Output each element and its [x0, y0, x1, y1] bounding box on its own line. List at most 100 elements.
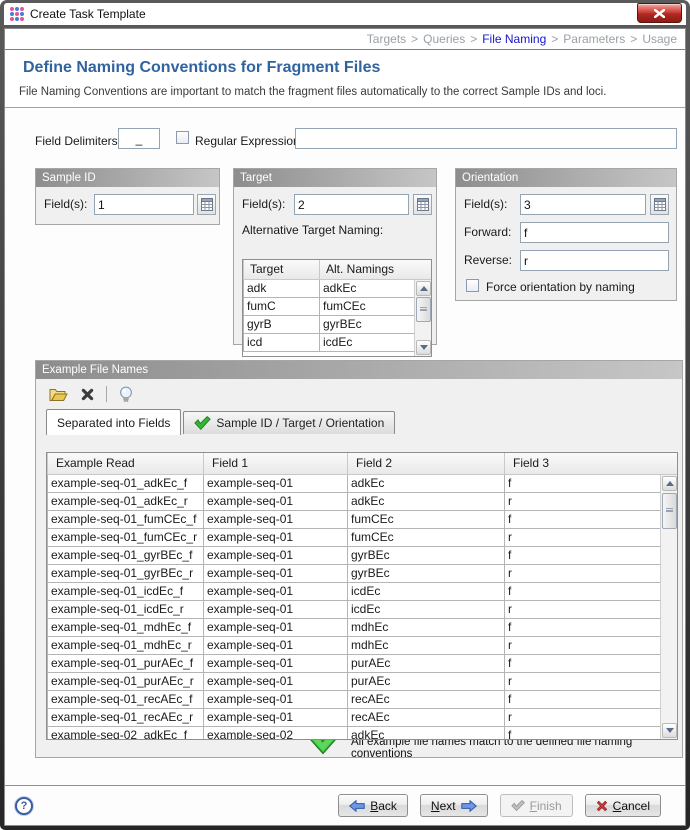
table-cell[interactable]: gyrBEc — [348, 564, 505, 582]
table-cell[interactable]: adkEc — [348, 726, 505, 740]
col-example-read[interactable]: Example Read — [48, 453, 204, 474]
remove-example-button[interactable] — [77, 385, 97, 403]
table-cell[interactable]: example-seq-01_mdhEc_f — [48, 618, 204, 636]
col-field-3[interactable]: Field 3 — [505, 453, 678, 474]
example-table-scrollbar[interactable] — [660, 475, 677, 739]
table-cell[interactable]: example-seq-01 — [204, 474, 348, 492]
table-cell[interactable]: adk — [244, 279, 320, 297]
table-cell[interactable]: icdEc — [348, 600, 505, 618]
table-cell[interactable]: f — [505, 474, 678, 492]
table-cell[interactable]: r — [505, 708, 678, 726]
table-row[interactable]: example-seq-02_adkEc_fexample-seq-02adkE… — [48, 726, 678, 740]
table-cell[interactable]: example-seq-02_adkEc_f — [48, 726, 204, 740]
table-row[interactable]: example-seq-01_adkEc_rexample-seq-01adkE… — [48, 492, 678, 510]
table-cell[interactable]: example-seq-01 — [204, 600, 348, 618]
table-row[interactable]: adkadkEc — [244, 279, 432, 297]
table-cell[interactable]: example-seq-01 — [204, 528, 348, 546]
scroll-up-button[interactable] — [416, 281, 431, 296]
close-button[interactable] — [637, 3, 682, 23]
table-cell[interactable]: example-seq-01_purAEc_f — [48, 654, 204, 672]
table-cell[interactable]: recAEc — [348, 690, 505, 708]
table-cell[interactable]: example-seq-01 — [204, 582, 348, 600]
table-cell[interactable]: adkEc — [348, 492, 505, 510]
table-cell[interactable]: example-seq-01 — [204, 708, 348, 726]
col-field-1[interactable]: Field 1 — [204, 453, 348, 474]
table-row[interactable]: example-seq-01_fumCEc_fexample-seq-01fum… — [48, 510, 678, 528]
table-row[interactable]: gyrBgyrBEc — [244, 315, 432, 333]
table-row[interactable]: example-seq-01_mdhEc_fexample-seq-01mdhE… — [48, 618, 678, 636]
step-usage[interactable]: Usage — [642, 32, 677, 46]
table-cell[interactable]: example-seq-02 — [204, 726, 348, 740]
table-row[interactable]: example-seq-01_recAEc_rexample-seq-01rec… — [48, 708, 678, 726]
table-cell[interactable]: f — [505, 726, 678, 740]
scrollbar-thumb[interactable] — [416, 297, 431, 322]
sample-id-fields-input[interactable] — [94, 194, 194, 215]
table-cell[interactable]: example-seq-01_recAEc_f — [48, 690, 204, 708]
table-cell[interactable]: f — [505, 654, 678, 672]
alt-table-scrollbar[interactable] — [414, 280, 431, 356]
target-fields-input[interactable] — [294, 194, 409, 215]
table-cell[interactable]: r — [505, 492, 678, 510]
table-row[interactable]: example-seq-01_purAEc_rexample-seq-01pur… — [48, 672, 678, 690]
target-field-picker-button[interactable] — [413, 194, 432, 215]
step-queries[interactable]: Queries — [423, 32, 465, 46]
alt-col-namings[interactable]: Alt. Namings — [320, 260, 432, 279]
scrollbar-thumb[interactable] — [662, 493, 677, 529]
table-cell[interactable]: example-seq-01 — [204, 654, 348, 672]
table-cell[interactable]: f — [505, 510, 678, 528]
table-cell[interactable]: example-seq-01 — [204, 510, 348, 528]
table-row[interactable]: example-seq-01_gyrBEc_rexample-seq-01gyr… — [48, 564, 678, 582]
table-cell[interactable]: icd — [244, 333, 320, 351]
table-row[interactable]: example-seq-01_mdhEc_rexample-seq-01mdhE… — [48, 636, 678, 654]
orientation-fields-input[interactable] — [520, 194, 646, 215]
table-cell[interactable]: example-seq-01_recAEc_r — [48, 708, 204, 726]
table-cell[interactable]: example-seq-01 — [204, 564, 348, 582]
sample-id-field-picker-button[interactable] — [197, 194, 216, 215]
table-cell[interactable]: example-seq-01_adkEc_f — [48, 474, 204, 492]
tab-separated-into-fields[interactable]: Separated into Fields — [46, 409, 181, 435]
table-cell[interactable]: example-seq-01 — [204, 546, 348, 564]
table-cell[interactable]: example-seq-01_purAEc_r — [48, 672, 204, 690]
table-cell[interactable]: f — [505, 546, 678, 564]
table-cell[interactable]: icdEc — [348, 582, 505, 600]
table-cell[interactable]: mdhEc — [348, 636, 505, 654]
table-cell[interactable]: example-seq-01 — [204, 636, 348, 654]
scroll-down-button[interactable] — [416, 340, 431, 355]
table-cell[interactable]: example-seq-01 — [204, 618, 348, 636]
col-field-2[interactable]: Field 2 — [348, 453, 505, 474]
table-row[interactable]: example-seq-01_gyrBEc_fexample-seq-01gyr… — [48, 546, 678, 564]
table-cell[interactable]: example-seq-01_fumCEc_r — [48, 528, 204, 546]
table-row[interactable]: icdicdEc — [244, 333, 432, 351]
force-orientation-checkbox[interactable] — [466, 279, 479, 292]
table-cell[interactable]: r — [505, 600, 678, 618]
step-parameters[interactable]: Parameters — [563, 32, 625, 46]
table-cell[interactable]: r — [505, 672, 678, 690]
suggest-convention-button[interactable] — [116, 385, 136, 403]
table-cell[interactable]: example-seq-01 — [204, 690, 348, 708]
field-delimiters-input[interactable] — [118, 128, 160, 149]
scroll-down-button[interactable] — [662, 723, 677, 738]
table-cell[interactable]: r — [505, 564, 678, 582]
table-cell[interactable]: purAEc — [348, 654, 505, 672]
table-row[interactable]: example-seq-01_purAEc_fexample-seq-01pur… — [48, 654, 678, 672]
table-cell[interactable]: adkEc — [348, 474, 505, 492]
table-cell[interactable]: r — [505, 528, 678, 546]
table-cell[interactable]: example-seq-01 — [204, 672, 348, 690]
cancel-button[interactable]: Cancel — [585, 794, 661, 817]
table-cell[interactable]: example-seq-01_gyrBEc_r — [48, 564, 204, 582]
table-row[interactable]: example-seq-01_recAEc_fexample-seq-01rec… — [48, 690, 678, 708]
tab-sample-target-orientation[interactable]: Sample ID / Target / Orientation — [183, 411, 395, 434]
open-files-button[interactable] — [48, 385, 68, 403]
step-file-naming[interactable]: File Naming — [482, 32, 546, 46]
table-row[interactable]: example-seq-01_adkEc_fexample-seq-01adkE… — [48, 474, 678, 492]
table-cell[interactable]: f — [505, 582, 678, 600]
help-button[interactable]: ? — [15, 797, 33, 815]
table-cell[interactable]: example-seq-01_icdEc_r — [48, 600, 204, 618]
table-row[interactable]: fumCfumCEc — [244, 297, 432, 315]
table-row[interactable]: example-seq-01_fumCEc_rexample-seq-01fum… — [48, 528, 678, 546]
orientation-field-picker-button[interactable] — [650, 194, 669, 215]
table-cell[interactable]: fumCEc — [348, 528, 505, 546]
table-cell[interactable]: purAEc — [348, 672, 505, 690]
regex-checkbox[interactable] — [176, 131, 189, 144]
table-row[interactable]: example-seq-01_icdEc_rexample-seq-01icdE… — [48, 600, 678, 618]
